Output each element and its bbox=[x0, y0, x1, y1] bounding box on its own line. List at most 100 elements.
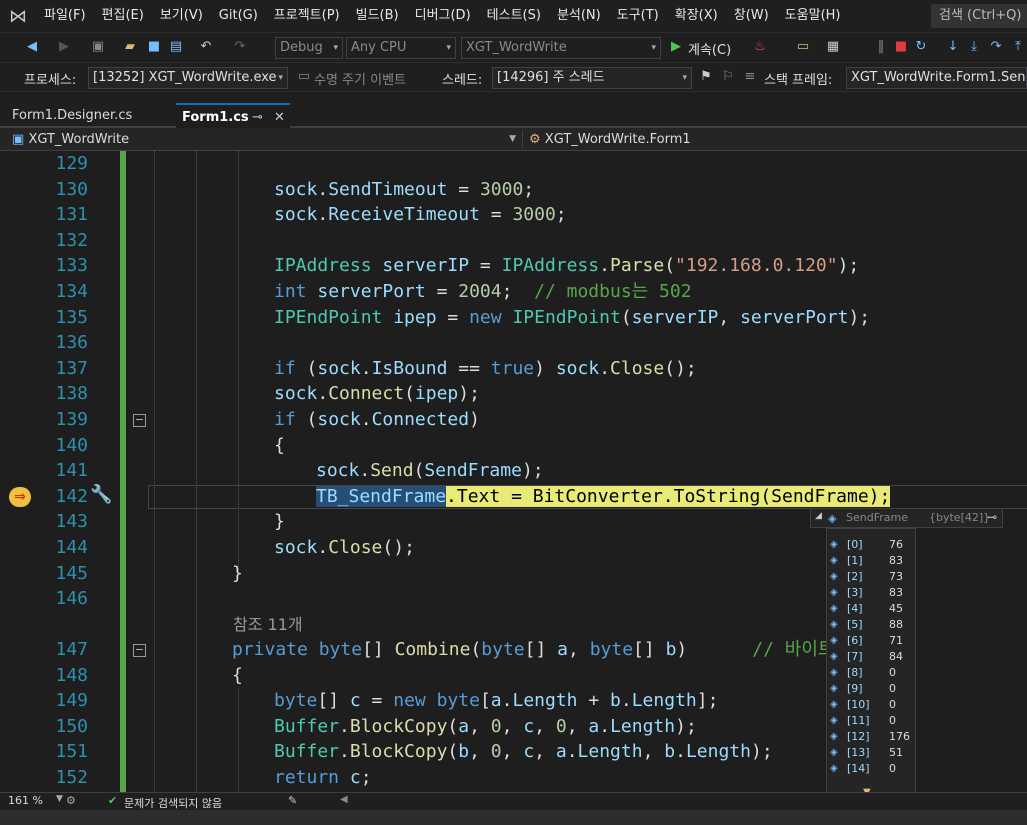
datatip-row[interactable]: ◈ [7] 84 bbox=[829, 649, 915, 665]
menu-help[interactable]: 도움말(H) bbox=[777, 0, 849, 32]
stack-frames-icon[interactable]: ≡ bbox=[742, 69, 758, 85]
restart-icon[interactable]: ↻ bbox=[913, 39, 929, 55]
datatip-row[interactable]: ◈ [5] 88 bbox=[829, 617, 915, 633]
platform-select[interactable]: Any CPU ▾ bbox=[346, 37, 456, 59]
datatip-row[interactable]: ◈ [8] 0 bbox=[829, 665, 915, 681]
menu-test[interactable]: 테스트(S) bbox=[479, 0, 549, 32]
open-folder-icon[interactable]: ▰ bbox=[122, 39, 138, 55]
datatip-value[interactable]: 83 bbox=[889, 553, 903, 569]
scroll-left-icon[interactable]: ◀ bbox=[340, 794, 348, 805]
datatip-row[interactable]: ◈ [11] 0 bbox=[829, 713, 915, 729]
pause-icon[interactable]: ‖ bbox=[873, 39, 889, 55]
datatip-value[interactable]: 0 bbox=[889, 697, 896, 713]
forward-icon[interactable]: ▶ bbox=[56, 39, 72, 55]
datatip-row[interactable]: ◈ [12] 176 bbox=[829, 729, 915, 745]
datatip-header[interactable]: ◢ ◈ SendFrame {byte[42]} ⊸ bbox=[810, 508, 1003, 528]
flag-icon[interactable]: ⚑ bbox=[698, 69, 714, 85]
save-icon[interactable]: ■ bbox=[146, 39, 162, 55]
datatip-value[interactable]: 0 bbox=[889, 761, 896, 777]
layout-icon[interactable]: ▦ bbox=[825, 39, 841, 55]
configuration-select[interactable]: Debug ▾ bbox=[275, 37, 343, 59]
menu-edit[interactable]: 편집(E) bbox=[94, 0, 152, 32]
datatip-value[interactable]: 84 bbox=[889, 649, 903, 665]
redo-icon[interactable]: ↷ bbox=[232, 39, 248, 55]
project-select[interactable]: ▣ XGT_WordWrite ▼ bbox=[6, 130, 520, 149]
datatip-variable-name: SendFrame bbox=[846, 511, 908, 524]
lifecycle-events-button[interactable]: 수명 주기 이벤트 bbox=[314, 69, 406, 88]
pin-icon[interactable]: ⊸ bbox=[987, 510, 997, 524]
undo-icon[interactable]: ↶ bbox=[198, 39, 214, 55]
datatip-row[interactable]: ◈ [13] 51 bbox=[829, 745, 915, 761]
pin-icon[interactable]: ⊸ bbox=[252, 105, 263, 130]
issues-status[interactable]: 문제가 검색되지 않음 bbox=[124, 795, 222, 811]
menu-analyze[interactable]: 분석(N) bbox=[549, 0, 609, 32]
code-line: private byte[] Combine(byte[] a, byte[] … bbox=[232, 639, 835, 660]
back-icon[interactable]: ◀ bbox=[24, 39, 40, 55]
menu-view[interactable]: 보기(V) bbox=[152, 0, 211, 32]
stack-frame-select[interactable]: XGT_WordWrite.Form1.Send bbox=[846, 67, 1027, 89]
menu-git[interactable]: Git(G) bbox=[211, 0, 266, 32]
datatip-row[interactable]: ◈ [4] 45 bbox=[829, 601, 915, 617]
step-over-icon[interactable]: ↷ bbox=[988, 39, 1004, 55]
collapse-triangle-icon[interactable]: ◢ bbox=[815, 511, 822, 521]
intellicode-icon[interactable]: ⚙ bbox=[66, 794, 76, 807]
menu-file[interactable]: 파일(F) bbox=[36, 0, 94, 32]
code-line: sock.SendTimeout = 3000; bbox=[274, 178, 535, 200]
tab-form1-designer[interactable]: Form1.Designer.cs bbox=[6, 103, 174, 128]
datatip-value[interactable]: 0 bbox=[889, 665, 896, 681]
class-select[interactable]: ⚙ XGT_WordWrite.Form1 bbox=[522, 130, 1027, 149]
datatip-value[interactable]: 83 bbox=[889, 585, 903, 601]
continue-play-icon[interactable]: ▶ bbox=[668, 39, 684, 55]
menu-window[interactable]: 창(W) bbox=[726, 0, 777, 32]
browse-icon[interactable]: ▭ bbox=[795, 39, 811, 55]
step-out-icon[interactable]: ⤒ bbox=[1010, 39, 1026, 55]
tab-label: Form1.cs bbox=[182, 110, 249, 125]
datatip-value[interactable]: 0 bbox=[889, 681, 896, 697]
variable-icon: ◈ bbox=[830, 571, 838, 582]
datatip-row[interactable]: ◈ [10] 0 bbox=[829, 697, 915, 713]
hot-reload-icon[interactable]: ♨ bbox=[752, 39, 768, 55]
datatip-value[interactable]: 45 bbox=[889, 601, 903, 617]
datatip-index: [13] bbox=[847, 746, 870, 759]
step-into-icon[interactable]: ⤓ bbox=[966, 39, 982, 55]
menu-debug[interactable]: 디버그(D) bbox=[407, 0, 479, 32]
datatip-value[interactable]: 73 bbox=[889, 569, 903, 585]
datatip-value[interactable]: 51 bbox=[889, 745, 903, 761]
thread-select[interactable]: [14296] 주 스레드 ▾ bbox=[492, 67, 692, 89]
stop-icon[interactable]: ■ bbox=[893, 39, 909, 55]
datatip-value[interactable]: 0 bbox=[889, 713, 896, 729]
tab-form1-cs[interactable]: Form1.cs ⊸ ✕ bbox=[176, 103, 290, 128]
new-project-icon[interactable]: ▣ bbox=[90, 39, 106, 55]
menu-tools[interactable]: 도구(T) bbox=[609, 0, 667, 32]
menu-extensions[interactable]: 확장(X) bbox=[667, 0, 726, 32]
search-box[interactable]: 검색 (Ctrl+Q) bbox=[931, 4, 1027, 28]
datatip-value[interactable]: 176 bbox=[889, 729, 910, 745]
continue-button[interactable]: 계속(C) bbox=[688, 39, 731, 58]
datatip-value[interactable]: 88 bbox=[889, 617, 903, 633]
show-next-statement-icon[interactable]: ↓ bbox=[945, 39, 961, 55]
startup-project-select[interactable]: XGT_WordWrite ▾ bbox=[461, 37, 661, 59]
datatip-value[interactable]: 76 bbox=[889, 537, 903, 553]
close-icon[interactable]: ✕ bbox=[274, 105, 285, 130]
datatip-row[interactable]: ◈ [6] 71 bbox=[829, 633, 915, 649]
menu-bar: ⋈ 파일(F) 편집(E) 보기(V) Git(G) 프로젝트(P) 빌드(B)… bbox=[0, 0, 1027, 32]
menu-build[interactable]: 빌드(B) bbox=[348, 0, 407, 32]
datatip-row[interactable]: ◈ [3] 83 bbox=[829, 585, 915, 601]
datatip-row[interactable]: ◈ [14] 0 bbox=[829, 761, 915, 777]
zoom-level[interactable]: 161 % bbox=[8, 794, 43, 807]
datatip-value[interactable]: 71 bbox=[889, 633, 903, 649]
datatip-row[interactable]: ◈ [1] 83 bbox=[829, 553, 915, 569]
flag-threads-icon[interactable]: ⚐ bbox=[720, 69, 736, 85]
menu-project[interactable]: 프로젝트(P) bbox=[266, 0, 348, 32]
codelens-references[interactable]: 참조 11개 bbox=[233, 611, 303, 635]
class-icon: ⚙ bbox=[529, 132, 541, 147]
process-select[interactable]: [13252] XGT_WordWrite.exe ▾ bbox=[88, 67, 288, 89]
chevron-down-icon[interactable]: ▼ bbox=[56, 794, 63, 804]
brush-icon[interactable]: ✎ bbox=[288, 794, 297, 807]
visual-studio-logo-icon[interactable]: ⋈ bbox=[0, 0, 36, 32]
datatip-index: [4] bbox=[847, 602, 863, 615]
save-all-icon[interactable]: ▤ bbox=[168, 39, 184, 55]
datatip-row[interactable]: ◈ [0] 76 bbox=[829, 537, 915, 553]
datatip-row[interactable]: ◈ [9] 0 bbox=[829, 681, 915, 697]
datatip-row[interactable]: ◈ [2] 73 bbox=[829, 569, 915, 585]
